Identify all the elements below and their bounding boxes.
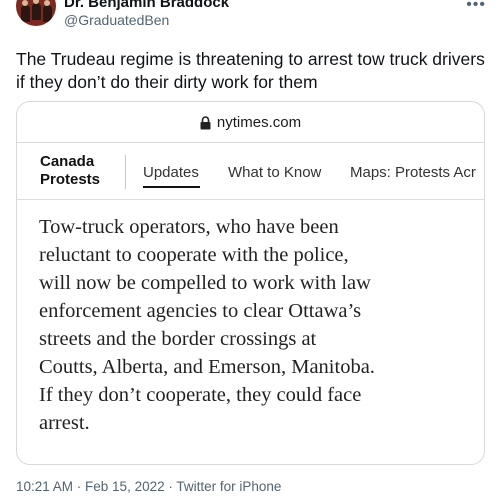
article-line: enforcement agencies to clear Ottawa’s [39, 300, 362, 322]
avatar-figure [43, 5, 52, 22]
active-tab-indicator [143, 186, 200, 188]
user-handle[interactable]: @GraduatedBen [64, 12, 169, 29]
avatar-head [44, 0, 50, 6]
article-line: reluctant to cooperate with the police, [39, 244, 349, 266]
article-line: Tow-truck operators, who have been [39, 216, 339, 238]
article-line: will now be compelled to work with law [39, 272, 371, 294]
article-line: Coutts, Alberta, and Emerson, Manitoba. [39, 356, 375, 378]
section-title-line: Protests [40, 171, 101, 188]
section-title[interactable]: Canada Protests [40, 153, 100, 189]
avatar-figure [21, 5, 30, 22]
article-line: arrest. [39, 412, 90, 434]
url-text: nytimes.com [216, 113, 302, 131]
tab-what-to-know[interactable]: What to Know [228, 164, 321, 182]
tweet-text: The Trudeau regime is threatening to arr… [16, 49, 485, 92]
article-excerpt: Tow-truck operators, who have been reluc… [39, 213, 479, 437]
article-line: If they don’t cooperate, they could face [39, 384, 362, 406]
avatar[interactable] [16, 0, 56, 26]
avatar-figure [32, 3, 41, 20]
more-horizontal-icon[interactable]: ••• [466, 0, 486, 13]
tab-maps[interactable]: Maps: Protests Acr [350, 164, 476, 182]
section-nav: Canada Protests Updates What to Know Map… [17, 143, 484, 199]
avatar-head [22, 0, 28, 6]
section-title-line: Canada [40, 153, 95, 170]
display-name[interactable]: Dr. Benjamin Braddock [64, 0, 229, 12]
lock-icon [200, 116, 211, 130]
divider [17, 199, 484, 200]
article-line: streets and the border crossings at [39, 328, 317, 350]
nav-separator [125, 155, 126, 189]
tweet-timestamp[interactable]: 10:21 AM · Feb 15, 2022 · Twitter for iP… [16, 479, 281, 494]
url-bar: nytimes.com [17, 102, 484, 142]
tab-updates[interactable]: Updates [143, 164, 199, 182]
screenshot-card[interactable]: nytimes.com Canada Protests Updates What… [16, 101, 485, 465]
